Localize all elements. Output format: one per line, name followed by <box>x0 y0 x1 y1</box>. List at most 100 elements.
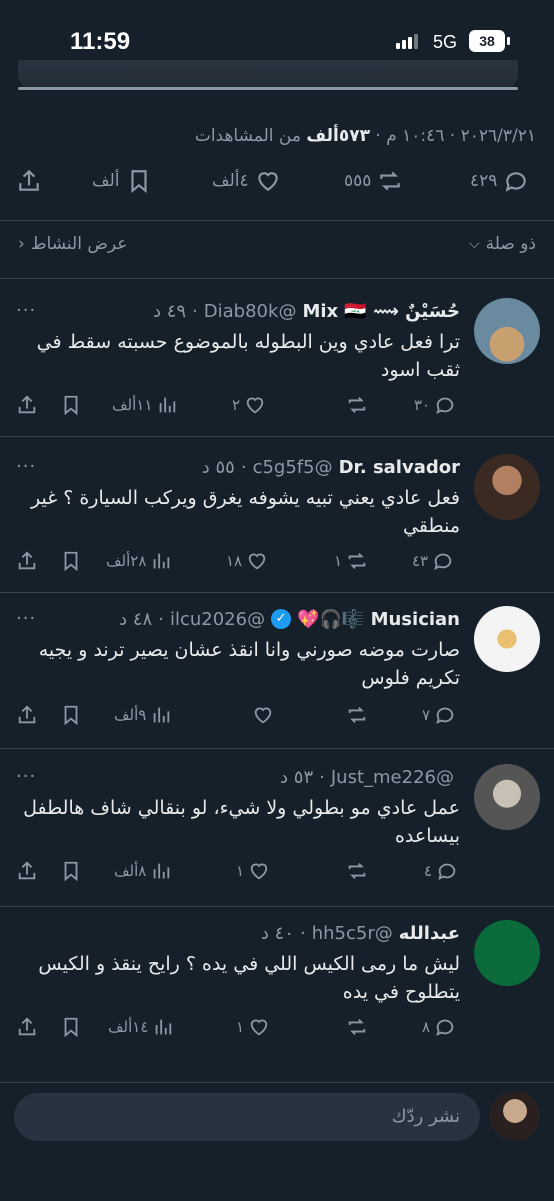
reply-button[interactable]: ٧ <box>422 704 456 726</box>
reply-time: ٤٠ د <box>260 922 294 944</box>
like-button[interactable] <box>248 704 274 726</box>
sort-filter-dropdown[interactable]: ذو صلة ⌵ <box>469 234 536 254</box>
separator: · <box>319 766 325 788</box>
display-name[interactable]: حُسَيْنٌ ⟿ Mix 🇮🇶 <box>302 301 460 322</box>
signal-icon <box>396 34 418 49</box>
like-button[interactable]: ٢ <box>232 394 266 416</box>
avatar[interactable] <box>474 454 540 520</box>
avatar[interactable] <box>474 920 540 986</box>
views-button[interactable]: ٢٨ألف <box>106 550 172 572</box>
handle[interactable]: @Diab80k <box>204 301 297 322</box>
retweet-icon <box>348 397 366 413</box>
handle[interactable]: @hh5c5r <box>312 923 393 944</box>
handle[interactable]: @ilcu2026 <box>170 609 265 630</box>
reply-button[interactable]: ٤٣ <box>412 550 454 572</box>
views-icon <box>153 707 170 723</box>
reply-button[interactable]: ٨ <box>422 1016 456 1038</box>
reply-count: ٧ <box>422 706 431 724</box>
views-button[interactable]: ٩ألف <box>114 704 172 726</box>
reply-count: ٤ <box>424 862 433 880</box>
reply-header: عبدالله @hh5c5r · ٤٠ د <box>261 920 460 946</box>
reply-time: ٥٣ د <box>280 766 314 788</box>
display-name[interactable]: عبدالله <box>399 923 460 944</box>
views-icon <box>156 1019 172 1035</box>
share-icon <box>18 395 36 414</box>
bookmark-icon <box>64 1017 78 1038</box>
retweet-button[interactable] <box>342 704 368 726</box>
activity-row: ذو صلة ⌵ عرض النشاط ‹ <box>0 232 554 262</box>
retweet-count: ١ <box>334 552 343 570</box>
avatar[interactable] <box>474 298 540 364</box>
bookmark-button[interactable] <box>60 550 82 572</box>
views-count: ١١ألف <box>112 396 153 414</box>
reply-input[interactable]: نشر ردّك <box>14 1093 480 1141</box>
like-count: ١٨ <box>226 552 243 570</box>
handle[interactable]: @Just_me226 <box>331 767 454 788</box>
view-activity-label: عرض النشاط <box>30 234 128 254</box>
views-icon <box>154 553 170 569</box>
reply-button[interactable]: ٣٠ <box>414 394 456 416</box>
reply-count: ٨ <box>422 1018 431 1036</box>
reply-icon <box>436 1019 454 1037</box>
separator: · <box>192 300 198 322</box>
display-name[interactable]: Dr. salvador <box>339 457 460 478</box>
like-count: ٢ <box>232 396 241 414</box>
reply-button[interactable]: ٤٢٩ <box>470 168 529 194</box>
reply-count: ٣٠ <box>414 396 431 414</box>
divider <box>0 592 554 593</box>
sort-filter-label: ذو صلة <box>485 234 536 254</box>
reply-actions: ٩ألف ٧ <box>0 704 554 734</box>
retweet-button[interactable] <box>342 1016 368 1038</box>
share-button[interactable] <box>16 704 38 726</box>
separator: · <box>240 456 247 478</box>
like-button[interactable]: ١ <box>236 1016 270 1038</box>
bookmark-button[interactable] <box>60 394 82 416</box>
share-icon <box>18 1017 36 1036</box>
reply-icon <box>506 172 527 192</box>
reply-actions: ٢٨ألف ١٨ ١ ٤٣ <box>0 550 554 580</box>
bookmark-button[interactable] <box>60 860 82 882</box>
views-button[interactable]: ١٤ألف <box>108 1016 174 1038</box>
more-options-icon[interactable]: ··· <box>16 608 36 629</box>
views-label: من المشاهدات <box>194 126 301 146</box>
like-button[interactable]: ١ <box>236 860 270 882</box>
user-avatar[interactable] <box>490 1091 540 1141</box>
bookmark-icon <box>64 395 78 416</box>
more-options-icon[interactable]: ··· <box>16 766 36 787</box>
share-button[interactable] <box>16 550 38 572</box>
display-name[interactable]: Musician 🎼🎧💖 <box>297 609 460 630</box>
retweet-button[interactable] <box>342 860 368 882</box>
retweet-button[interactable]: ١ <box>334 550 368 572</box>
share-button[interactable] <box>16 168 42 194</box>
bookmark-count: ألف <box>92 171 120 191</box>
bookmark-icon <box>64 551 78 572</box>
retweet-button[interactable] <box>342 394 368 416</box>
avatar[interactable] <box>474 606 540 672</box>
bookmark-button[interactable] <box>60 704 82 726</box>
bookmark-button[interactable]: ألف <box>92 168 152 194</box>
views-count: ٢٨ألف <box>106 552 147 570</box>
more-options-icon[interactable]: ··· <box>16 456 36 477</box>
bookmark-button[interactable] <box>60 1016 82 1038</box>
share-button[interactable] <box>16 860 38 882</box>
like-button[interactable]: ١٨ <box>226 550 268 572</box>
view-activity-link[interactable]: عرض النشاط ‹ <box>18 234 127 254</box>
reply-icon <box>436 397 454 415</box>
battery-cap <box>507 37 510 45</box>
tweet-media[interactable] <box>18 60 518 90</box>
share-button[interactable] <box>16 1016 38 1038</box>
avatar[interactable] <box>474 764 540 830</box>
views-button[interactable]: ٨ألف <box>114 860 172 882</box>
reply-button[interactable]: ٤ <box>424 860 458 882</box>
like-button[interactable]: ٤ألف <box>212 168 281 194</box>
views-button[interactable]: ١١ألف <box>112 394 178 416</box>
retweet-button[interactable]: ٥٥٥ <box>344 168 403 194</box>
reply-actions: ١١ألف ٢ ٣٠ <box>0 394 554 424</box>
reply-icon <box>434 553 452 571</box>
handle[interactable]: @c5g5f5 <box>253 457 333 478</box>
more-options-icon[interactable]: ··· <box>16 300 36 321</box>
views-icon <box>153 863 170 879</box>
bookmark-icon <box>64 861 78 882</box>
share-button[interactable] <box>16 394 38 416</box>
share-icon <box>18 551 36 570</box>
